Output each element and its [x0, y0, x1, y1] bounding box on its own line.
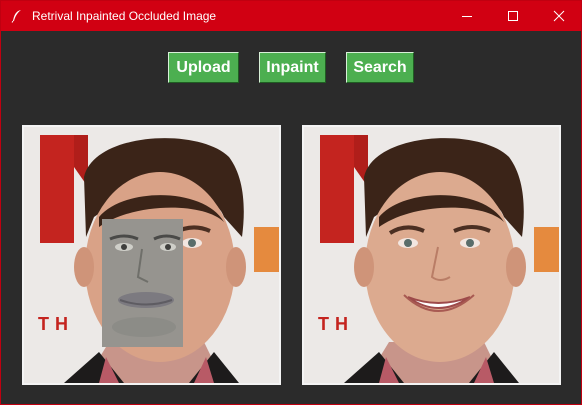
inpainted-face-image: TH [302, 125, 561, 385]
minimize-icon [462, 16, 472, 17]
close-button[interactable] [536, 1, 582, 31]
maximize-icon [508, 11, 518, 21]
upload-button[interactable]: Upload [168, 52, 239, 83]
inpaint-button[interactable]: Inpaint [259, 52, 326, 83]
feather-icon [11, 9, 23, 23]
close-icon [553, 10, 565, 22]
svg-text:TH: TH [318, 314, 354, 334]
maximize-button[interactable] [490, 1, 536, 31]
search-button[interactable]: Search [346, 52, 414, 83]
window-title: Retrival Inpainted Occluded Image [32, 9, 217, 23]
app-window: Retrival Inpainted Occluded Image Upload… [0, 0, 582, 405]
minimize-button[interactable] [444, 1, 490, 31]
svg-text:TH: TH [38, 314, 74, 334]
occluded-face-image: TH [22, 125, 281, 385]
title-bar[interactable]: Retrival Inpainted Occluded Image [1, 1, 581, 31]
